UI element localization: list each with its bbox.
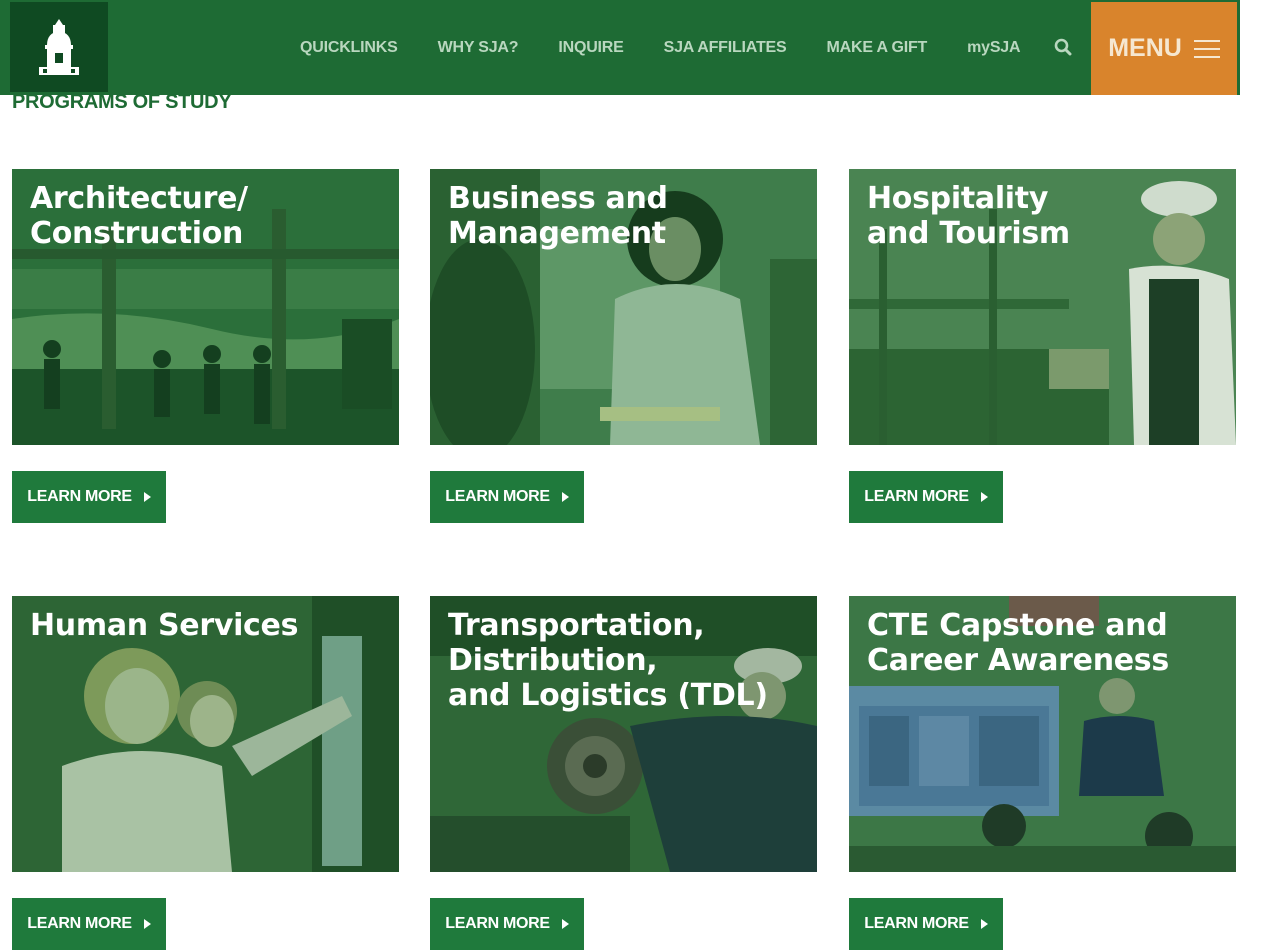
program-card-business: Business and Management LEARN MORE [430,169,817,523]
program-image[interactable]: Architecture/ Construction [12,169,399,445]
program-title: Architecture/ Construction [30,181,248,251]
learn-more-button[interactable]: LEARN MORE [12,471,166,523]
program-card-transportation: Transportation, Distribution, and Logist… [430,596,817,950]
main-nav: QUICKLINKS WHY SJA? INQUIRE SJA AFFILIAT… [280,0,1040,95]
program-title: Human Services [30,608,299,643]
program-image[interactable]: Human Services [12,596,399,872]
menu-label: MENU [1108,34,1182,62]
program-title: CTE Capstone and Career Awareness [867,608,1169,678]
program-image[interactable]: Transportation, Distribution, and Logist… [430,596,817,872]
program-image[interactable]: Business and Management [430,169,817,445]
program-title: Business and Management [448,181,668,251]
search-button[interactable] [1046,30,1080,64]
chevron-right-icon [561,919,569,929]
learn-more-button[interactable]: LEARN MORE [849,898,1003,950]
nav-mysja[interactable]: mySJA [967,39,1020,57]
hamburger-icon [1193,39,1220,58]
nav-make-a-gift[interactable]: MAKE A GIFT [826,39,927,57]
chevron-right-icon [980,919,988,929]
nav-quicklinks[interactable]: QUICKLINKS [300,39,398,57]
program-image[interactable]: CTE Capstone and Career Awareness [849,596,1236,872]
chevron-right-icon [561,492,569,502]
program-card-hospitality: Hospitality and Tourism LEARN MORE [849,169,1236,523]
chevron-right-icon [143,492,151,502]
program-card-architecture: Architecture/ Construction LEARN MORE [12,169,399,523]
site-header: QUICKLINKS WHY SJA? INQUIRE SJA AFFILIAT… [0,0,1240,95]
search-icon [1054,38,1072,56]
learn-more-button[interactable]: LEARN MORE [12,898,166,950]
chevron-right-icon [980,492,988,502]
building-tower-logo-icon [33,15,85,79]
nav-sja-affiliates[interactable]: SJA AFFILIATES [664,39,787,57]
nav-why-sja[interactable]: WHY SJA? [438,39,519,57]
program-card-human-services: Human Services LEARN MORE [12,596,399,950]
learn-more-button[interactable]: LEARN MORE [849,471,1003,523]
program-title: Transportation, Distribution, and Logist… [448,608,768,713]
program-card-cte-capstone: CTE Capstone and Career Awareness LEARN … [849,596,1236,950]
nav-inquire[interactable]: INQUIRE [558,39,623,57]
section-title: PROGRAMS OF STUDY [12,91,232,113]
chevron-right-icon [143,919,151,929]
menu-button[interactable]: MENU [1091,2,1237,95]
site-logo[interactable] [10,2,108,92]
program-title: Hospitality and Tourism [867,181,1070,251]
learn-more-button[interactable]: LEARN MORE [430,898,584,950]
learn-more-button[interactable]: LEARN MORE [430,471,584,523]
program-image[interactable]: Hospitality and Tourism [849,169,1236,445]
